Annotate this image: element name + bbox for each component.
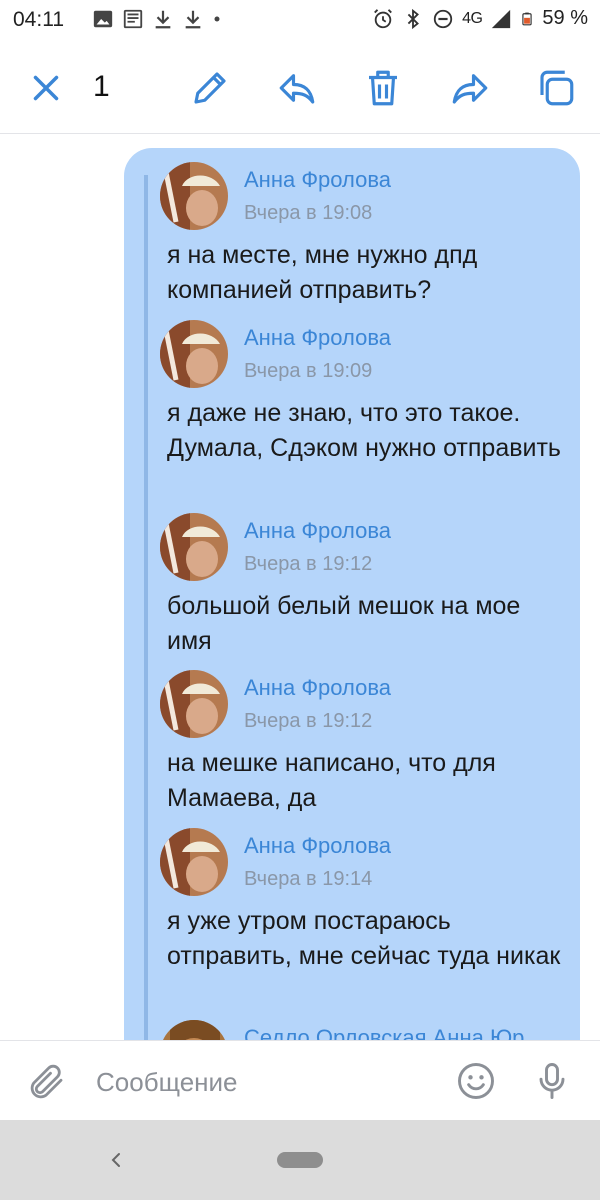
message-text: большой белый мешок на мое имя (167, 592, 521, 655)
avatar[interactable] (160, 670, 228, 738)
edit-button[interactable] (186, 64, 234, 112)
battery-icon (522, 12, 533, 25)
image-icon (93, 10, 113, 28)
back-icon[interactable] (104, 1146, 128, 1174)
emoji-icon[interactable] (454, 1059, 498, 1103)
forward-icon (452, 74, 488, 104)
delete-button[interactable] (359, 64, 407, 112)
news-icon (123, 9, 143, 29)
avatar[interactable] (160, 513, 228, 581)
copy-button[interactable] (532, 64, 580, 112)
avatar[interactable] (160, 162, 228, 230)
notification-icons (92, 8, 222, 30)
message-time: Вчера в 19:12 (244, 710, 373, 732)
download-icon (185, 10, 201, 29)
author-name[interactable]: Анна Фролова (244, 675, 391, 701)
trash-icon (369, 70, 397, 106)
author-name[interactable]: Анна Фролова (244, 167, 391, 193)
download-icon (155, 10, 171, 29)
message-time: Вчера в 19:14 (244, 868, 373, 890)
message-text: я даже не знаю, что это такое. Думала, С… (167, 399, 561, 462)
paperclip-icon[interactable] (26, 1061, 68, 1103)
selection-action-bar: 1 (0, 40, 600, 134)
author-name[interactable]: Анна Фролова (244, 833, 391, 859)
avatar[interactable] (160, 828, 228, 896)
message-text: я уже утром постараюсь отправить, мне се… (167, 907, 561, 970)
close-selection-button[interactable] (22, 64, 70, 112)
home-pill[interactable] (277, 1152, 323, 1168)
reply-icon (279, 74, 315, 104)
message-composer: Сообщение (0, 1040, 600, 1120)
message-time: Вчера в 19:08 (244, 202, 373, 224)
close-icon (33, 75, 59, 101)
do-not-disturb-icon (433, 9, 453, 28)
bluetooth-icon (407, 8, 420, 29)
network-type: 4G (462, 9, 483, 27)
selected-count: 1 (93, 70, 110, 103)
reply-button[interactable] (273, 64, 321, 112)
avatar[interactable] (160, 320, 228, 388)
message-history[interactable]: Анна Фролова Вчера в 19:08 я на месте, м… (0, 135, 600, 1040)
microphone-icon[interactable] (530, 1059, 574, 1103)
system-navigation-bar (0, 1120, 600, 1200)
message-text: на мешке написано, что для Мамаева, да (167, 749, 496, 812)
message-input[interactable]: Сообщение (96, 1067, 238, 1098)
message-time: Вчера в 19:12 (244, 553, 373, 575)
copy-icon (540, 70, 574, 106)
system-status-icons: 4G 59 % (372, 7, 588, 30)
author-name[interactable]: Анна Фролова (244, 325, 391, 351)
battery-level: 59 % (542, 7, 588, 29)
forward-button[interactable] (446, 64, 494, 112)
dot-icon (214, 16, 220, 22)
message-time: Вчера в 19:09 (244, 360, 373, 382)
status-time: 04:11 (13, 8, 64, 31)
status-bar: 04:11 4G 59 % (0, 0, 600, 40)
author-name[interactable]: Седло Орловская Анна Юр (244, 1025, 524, 1040)
signal-icon (492, 9, 511, 28)
alarm-icon (374, 8, 392, 28)
pencil-icon (194, 72, 226, 104)
forwarded-quote-bar (144, 175, 148, 1040)
message-text: я на месте, мне нужно дпд компанией отпр… (167, 241, 478, 304)
author-name[interactable]: Анна Фролова (244, 518, 391, 544)
